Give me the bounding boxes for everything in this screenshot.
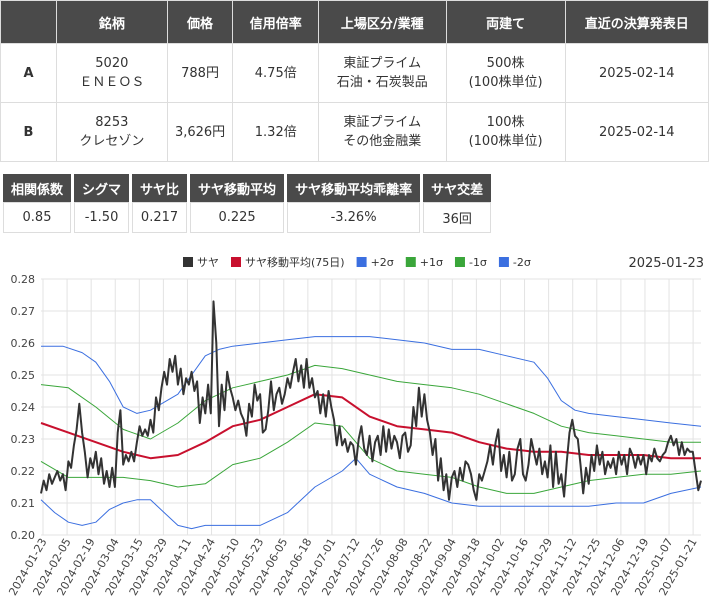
- earnings-date-cell: 2025-02-14: [564, 43, 710, 103]
- series-line-0: [40, 300, 702, 501]
- legend-label: -2σ: [513, 256, 531, 269]
- stat-header-moving-average: サヤ移動平均: [190, 174, 285, 202]
- series-line-5: [40, 457, 702, 530]
- header-price: 価格: [166, 0, 234, 44]
- table-row: B 8253 クレセゾン 3,626円 1.32倍 東証プライム その他金融業 10…: [0, 102, 710, 162]
- hedge-cell: 100株 (100株単位): [445, 102, 566, 162]
- legend-swatch: [454, 257, 465, 267]
- price-cell: 788円: [166, 43, 234, 103]
- stock-cell: 8253 クレセゾン: [56, 102, 168, 162]
- chart-date: 2025-01-23: [628, 256, 704, 271]
- market-text: 東証プライム: [343, 56, 422, 71]
- stats-header-row: 相関係数 シグマ サヤ比 サヤ移動平均 サヤ移動平均乖離率 サヤ交差: [3, 174, 492, 202]
- table-row: A 5020 ＥＮＥＯＳ 788円 4.75倍 東証プライム 石油・石炭製品 500…: [0, 43, 710, 103]
- legend-label: +1σ: [420, 256, 443, 269]
- stock-code: 5020: [95, 56, 129, 71]
- y-tick-label: 0.20: [11, 529, 36, 542]
- sector-text: 石油・石炭製品: [336, 75, 428, 90]
- market-text: 東証プライム: [343, 115, 422, 130]
- header-stock: 銘柄: [56, 0, 168, 44]
- header-blank: [0, 0, 58, 44]
- legend-swatch: [498, 257, 509, 267]
- unit-text: (100株単位): [468, 75, 543, 90]
- legend-swatch: [231, 257, 241, 267]
- shares-text: 100株: [486, 115, 525, 130]
- stock-cell: 5020 ＥＮＥＯＳ: [56, 43, 168, 103]
- stat-header-sigma: シグマ: [74, 174, 130, 202]
- legend-swatch: [356, 257, 367, 267]
- stat-header-ratio: サヤ比: [132, 174, 188, 202]
- header-market-sector: 上場区分/業種: [318, 0, 447, 44]
- legend-label: サヤ: [197, 256, 219, 269]
- header-margin-ratio: 信用倍率: [232, 0, 320, 44]
- row-label: A: [0, 43, 58, 103]
- y-tick-label: 0.24: [11, 401, 36, 414]
- stat-value-moving-average: 0.225: [190, 202, 285, 233]
- axes: 0.200.210.220.230.240.250.260.270.282024…: [6, 273, 699, 598]
- stat-header-correlation: 相関係数: [3, 174, 72, 202]
- margin-ratio-cell: 1.32倍: [232, 102, 320, 162]
- legend: サヤ サヤ移動平均(75日) +2σ +1σ -1σ -2σ: [183, 255, 531, 269]
- legend-swatch: [405, 257, 416, 267]
- stock-code: 8253: [95, 115, 129, 130]
- y-tick-label: 0.23: [11, 433, 36, 446]
- stock-name[interactable]: ＥＮＥＯＳ: [79, 75, 144, 90]
- y-tick-label: 0.27: [11, 305, 36, 318]
- header-hedge: 両建て: [445, 0, 566, 44]
- row-label: B: [0, 102, 58, 162]
- pair-table-header: 銘柄 価格 信用倍率 上場区分/業種 両建て 直近の決算発表日: [0, 0, 710, 44]
- stat-value-deviation: -3.26%: [287, 202, 421, 233]
- grid: [41, 278, 701, 536]
- y-tick-label: 0.26: [11, 337, 36, 350]
- stat-header-deviation: サヤ移動平均乖離率: [287, 174, 421, 202]
- stat-value-correlation: 0.85: [3, 202, 72, 233]
- earnings-date-cell: 2025-02-14: [564, 102, 710, 162]
- spread-chart: サヤ サヤ移動平均(75日) +2σ +1σ -1σ -2σ 0.20 0.21 0.22 0.…: [6, 255, 704, 598]
- legend-label: サヤ移動平均(75日): [245, 255, 345, 269]
- price-cell: 3,626円: [166, 102, 234, 162]
- series-line-2: [41, 336, 702, 427]
- stats-value-row: 0.85 -1.50 0.217 0.225 -3.26% 36回: [3, 202, 492, 233]
- hedge-cell: 500株 (100株単位): [445, 43, 566, 103]
- stat-value-crossings: 36回: [423, 202, 492, 233]
- y-tick-label: 0.21: [11, 497, 36, 510]
- legend-label: -1σ: [469, 256, 487, 269]
- stat-header-crossings: サヤ交差: [423, 174, 492, 202]
- stat-value-ratio: 0.217: [132, 202, 188, 233]
- market-sector-cell: 東証プライム 石油・石炭製品: [318, 43, 447, 103]
- legend-label: +2σ: [371, 256, 394, 269]
- header-earnings-date: 直近の決算発表日: [564, 0, 710, 44]
- stat-value-sigma: -1.50: [74, 202, 130, 233]
- unit-text: (100株単位): [468, 134, 543, 149]
- margin-ratio-cell: 4.75倍: [232, 43, 320, 103]
- series-lines: [40, 300, 702, 530]
- legend-swatch: [183, 257, 193, 267]
- y-tick-label: 0.25: [11, 369, 36, 382]
- y-tick-label: 0.22: [11, 465, 36, 478]
- pair-table: 銘柄 価格 信用倍率 上場区分/業種 両建て 直近の決算発表日 A 5020 ＥＮ…: [0, 0, 710, 162]
- market-sector-cell: 東証プライム その他金融業: [318, 102, 447, 162]
- sector-text: その他金融業: [343, 134, 422, 149]
- shares-text: 500株: [486, 56, 525, 71]
- y-tick-label: 0.28: [11, 273, 36, 286]
- stats-table: 相関係数 シグマ サヤ比 サヤ移動平均 サヤ移動平均乖離率 サヤ交差 0.85 …: [0, 174, 494, 233]
- stock-name[interactable]: クレセゾン: [79, 134, 144, 149]
